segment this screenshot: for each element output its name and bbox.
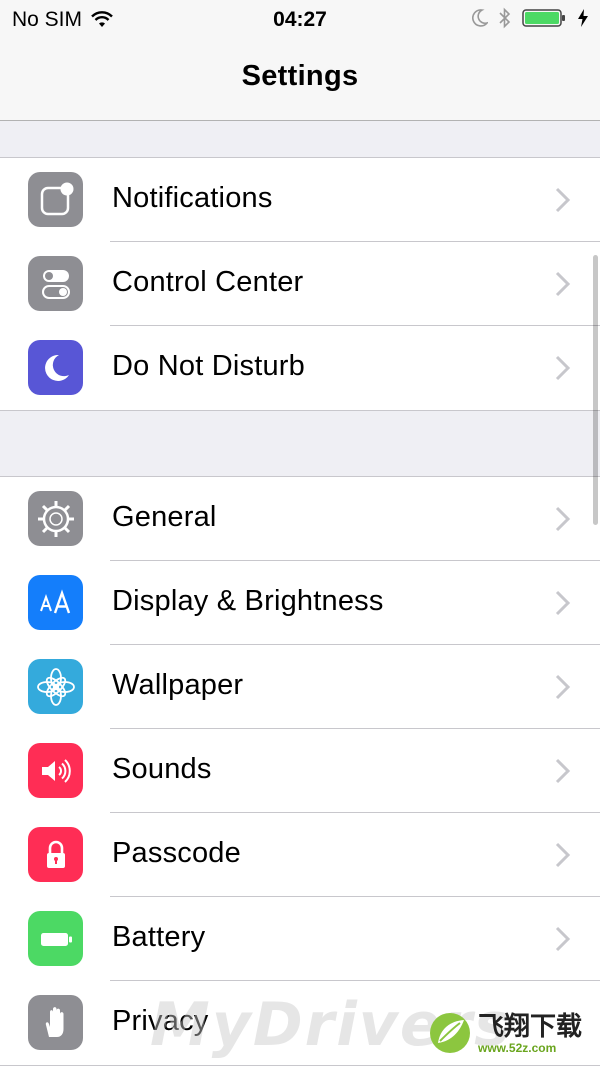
gear-icon (28, 491, 83, 546)
settings-row-label: Battery (112, 921, 206, 953)
hand-icon (28, 995, 83, 1050)
battery-icon (28, 911, 83, 966)
settings-row-battery[interactable]: Battery (0, 897, 600, 981)
settings-row-wallpaper[interactable]: Wallpaper (0, 645, 600, 729)
settings-group-1: Notifications Control Center Do Not Dist… (0, 157, 600, 411)
flower-icon (28, 659, 83, 714)
status-bar: No SIM 04:27 (0, 0, 600, 40)
settings-row-label: Privacy (112, 1005, 209, 1037)
chevron-right-icon (555, 758, 571, 784)
logo-url-text: www.52z.com (478, 1040, 557, 1055)
settings-row-label: Control Center (112, 266, 304, 298)
settings-row-label: Wallpaper (112, 669, 244, 701)
charging-icon (578, 9, 588, 27)
chevron-right-icon (555, 271, 571, 297)
notifications-icon (28, 172, 83, 227)
settings-row-label: General (112, 501, 217, 533)
settings-row-general[interactable]: General (0, 477, 600, 561)
settings-row-label: Notifications (112, 182, 273, 214)
settings-row-label: Passcode (112, 837, 241, 869)
moon-icon (28, 340, 83, 395)
scroll-indicator[interactable] (593, 255, 598, 525)
leaf-logo-icon (430, 1013, 470, 1053)
chevron-right-icon (555, 506, 571, 532)
settings-row-control-center[interactable]: Control Center (0, 242, 600, 326)
settings-row-display-brightness[interactable]: Display & Brightness (0, 561, 600, 645)
page-title: Settings (241, 60, 359, 92)
settings-row-label: Sounds (112, 753, 212, 785)
battery-status-icon (522, 9, 565, 27)
text-size-icon (28, 575, 83, 630)
settings-row-passcode[interactable]: Passcode (0, 813, 600, 897)
settings-row-sounds[interactable]: Sounds (0, 729, 600, 813)
settings-group-2: General Display & Brightness Wallpaper S… (0, 476, 600, 1066)
chevron-right-icon (555, 355, 571, 381)
chevron-right-icon (555, 842, 571, 868)
logo-chinese-text: 飞翔下载 (478, 1010, 583, 1041)
bluetooth-icon (499, 7, 511, 29)
settings-row-do-not-disturb[interactable]: Do Not Disturb (0, 326, 600, 410)
chevron-right-icon (555, 674, 571, 700)
speaker-icon (28, 743, 83, 798)
chevron-right-icon (555, 590, 571, 616)
settings-row-label: Do Not Disturb (112, 350, 305, 382)
settings-row-label: Display & Brightness (112, 585, 384, 617)
navigation-bar: Settings (0, 40, 600, 121)
control-center-icon (28, 256, 83, 311)
settings-row-notifications[interactable]: Notifications (0, 158, 600, 242)
lock-icon (28, 827, 83, 882)
chevron-right-icon (555, 187, 571, 213)
moon-icon (472, 9, 488, 27)
site-logo: 飞翔下载 www.52z.com (428, 1005, 600, 1061)
chevron-right-icon (555, 926, 571, 952)
